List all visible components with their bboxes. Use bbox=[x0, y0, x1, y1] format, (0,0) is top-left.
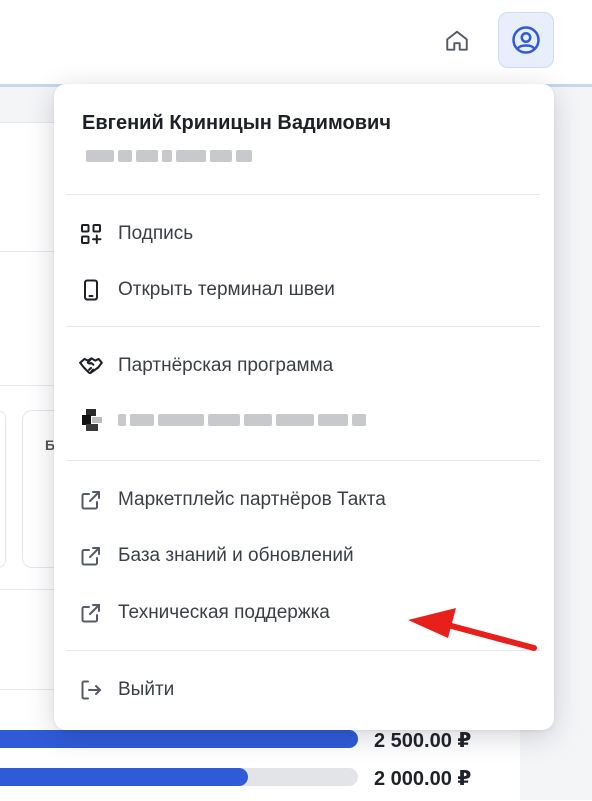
menu-divider bbox=[66, 326, 540, 327]
mobile-phone-icon bbox=[78, 277, 104, 303]
progress-bar-1-fill bbox=[0, 730, 358, 748]
menu-item-label: Маркетплейс партнёров Такта bbox=[118, 489, 386, 510]
menu-item-signature[interactable]: Подпись bbox=[78, 214, 193, 254]
bar-value-2: 2 000.00 ₽ bbox=[374, 768, 472, 790]
profile-button[interactable] bbox=[498, 12, 554, 68]
menu-item-label: Техническая поддержка bbox=[118, 602, 330, 623]
menu-item-label: Открыть терминал швеи bbox=[118, 279, 335, 300]
menu-divider bbox=[66, 460, 540, 461]
progress-bar-2 bbox=[0, 768, 358, 786]
logout-icon bbox=[78, 677, 104, 703]
redacted-company bbox=[118, 414, 366, 426]
bar-value-1: 2 500.00 ₽ bbox=[374, 730, 472, 752]
annotation-arrow bbox=[408, 608, 537, 651]
menu-divider bbox=[66, 194, 540, 195]
menu-item-label: Выйти bbox=[118, 679, 175, 700]
progress-bar-2-fill bbox=[0, 768, 248, 786]
redacted-contact bbox=[86, 150, 252, 162]
top-bar bbox=[0, 0, 592, 84]
menu-item-marketplace[interactable]: Маркетплейс партнёров Такта bbox=[78, 480, 386, 520]
menu-item-tech-support[interactable]: Техническая поддержка bbox=[78, 593, 330, 633]
progress-bar-1 bbox=[0, 730, 358, 748]
home-button[interactable] bbox=[438, 22, 476, 60]
qr-code-icon bbox=[78, 221, 104, 247]
handshake-icon bbox=[78, 353, 104, 379]
menu-item-open-terminal[interactable]: Открыть терминал швеи bbox=[78, 270, 335, 310]
redacted-logo bbox=[82, 409, 102, 431]
menu-item-partner-program[interactable]: Партнёрская программа bbox=[78, 346, 333, 386]
external-link-icon bbox=[78, 543, 104, 569]
menu-item-label: База знаний и обновлений bbox=[118, 545, 354, 566]
menu-item-label: Партнёрская программа bbox=[118, 355, 334, 376]
menu-item-label: Подпись bbox=[118, 223, 194, 244]
user-circle-icon bbox=[512, 26, 540, 54]
background-card bbox=[0, 410, 6, 568]
home-icon bbox=[446, 30, 468, 51]
menu-item-knowledge-base[interactable]: База знаний и обновлений bbox=[78, 536, 354, 576]
external-link-icon bbox=[78, 600, 104, 626]
external-link-icon bbox=[78, 487, 104, 513]
menu-item-logout[interactable]: Выйти bbox=[78, 670, 174, 710]
user-name: Евгений Криницын Вадимович bbox=[82, 112, 391, 134]
